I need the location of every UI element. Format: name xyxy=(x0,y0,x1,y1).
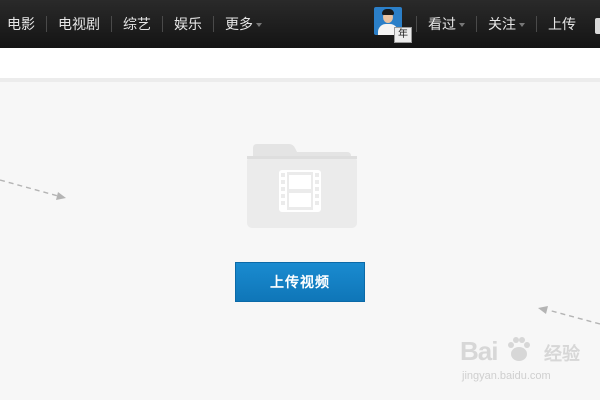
nav-item-label: 综艺 xyxy=(123,17,151,33)
film-folder-icon xyxy=(247,144,357,228)
nav-item-label: 电影 xyxy=(7,17,35,33)
nav-item-tv-series[interactable]: 电视剧 xyxy=(47,0,111,48)
upload-link[interactable]: 上传 xyxy=(537,0,587,48)
user-nav: 年 看过 关注 上传 xyxy=(372,0,587,48)
upload-video-button[interactable]: 上传视频 xyxy=(235,262,365,302)
nav-item-label: 更多 xyxy=(225,17,253,33)
sub-header-bar xyxy=(0,48,600,82)
search-box-edge[interactable] xyxy=(595,18,600,34)
nav-item-label: 关注 xyxy=(488,17,516,33)
nav-item-variety[interactable]: 综艺 xyxy=(112,0,162,48)
chevron-down-icon xyxy=(256,23,262,27)
following-menu[interactable]: 关注 xyxy=(477,0,536,48)
dashed-arrow-icon xyxy=(0,179,66,200)
chevron-down-icon xyxy=(459,23,465,27)
chevron-down-icon xyxy=(519,23,525,27)
watermark-url: jingyan.baidu.com xyxy=(462,370,551,382)
watermark-brand: Bai xyxy=(460,336,498,366)
nav-item-label: 看过 xyxy=(428,17,456,33)
avatar-badge: 年 xyxy=(394,27,412,43)
top-navigation-bar: 电影 电视剧 综艺 娱乐 更多 年 看过 关注 上传 xyxy=(0,0,600,48)
main-nav: 电影 电视剧 综艺 娱乐 更多 xyxy=(0,0,273,48)
nav-item-more[interactable]: 更多 xyxy=(214,0,273,48)
upload-area: 上传视频 Bai 经验 jingyan.baidu.com xyxy=(0,82,600,400)
baidu-jingyan-watermark: Bai 经验 jingyan.baidu.com xyxy=(460,330,600,400)
nav-item-label: 电视剧 xyxy=(58,17,100,33)
paw-icon xyxy=(508,337,530,361)
nav-item-label: 上传 xyxy=(548,17,576,33)
watermark-brand-cn: 经验 xyxy=(544,344,580,365)
nav-item-entertainment[interactable]: 娱乐 xyxy=(163,0,213,48)
avatar[interactable]: 年 xyxy=(372,7,412,43)
watched-history-menu[interactable]: 看过 xyxy=(417,0,476,48)
nav-item-movies[interactable]: 电影 xyxy=(0,0,46,48)
nav-item-label: 娱乐 xyxy=(174,17,202,33)
